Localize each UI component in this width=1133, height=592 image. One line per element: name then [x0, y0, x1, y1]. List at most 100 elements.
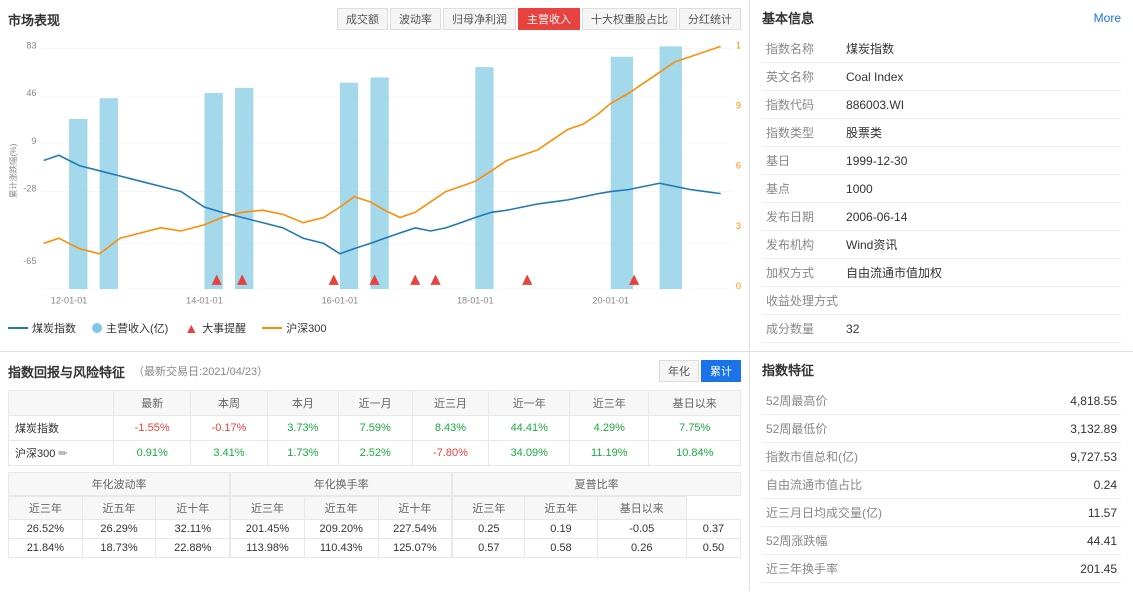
legend-line-orange: [262, 327, 282, 329]
info-row-zhishuleixing: 指数类型 股票类: [762, 119, 1121, 147]
col-benyue: 本月: [267, 391, 338, 416]
sub-table-huanshoulu: 年化换手率 近三年 近五年 近十年 201.45%: [230, 472, 452, 558]
toggle-annualize[interactable]: 年化: [659, 360, 699, 382]
svg-text:-65: -65: [23, 256, 36, 266]
sub-val-bd-r2c1: 21.84%: [9, 539, 83, 558]
return-val-jinyinian-hushen: 34.09%: [489, 441, 570, 466]
legend-label-dashitijing: 大事提醒: [202, 320, 246, 336]
char-table: 52周最高价 4,818.55 52周最低价 3,132.89 指数市值总和(亿…: [762, 387, 1121, 583]
info-value-zhishudaima: 886003.WI: [842, 91, 1121, 119]
col-jinyiyue: 近一月: [338, 391, 412, 416]
sub-val-hs-r1c1: 201.45%: [231, 520, 305, 539]
char-value-shizhi: 9,727.53: [1011, 443, 1121, 471]
info-value-zhishumincheng: 煤炭指数: [842, 35, 1121, 63]
sub-val-hs-r2c3: 125.07%: [378, 539, 452, 558]
sub-header-bodonglu: 近三年 近五年 近十年: [9, 497, 230, 520]
return-risk-panel: 指数回报与风险特征 （最新交易日:2021/04/23） 年化 累计 最新 本周…: [0, 352, 750, 591]
sub-val-xp-r1c1: 0.25: [453, 520, 525, 539]
market-panel: 市场表现 成交额 波动率 归母净利润 主营收入 十大权重股占比 分红统计 83 …: [0, 0, 750, 351]
chart-area: 83 46 9 -28 -65 12k 9k 6k 3k 0 累计涨跌幅(%): [8, 36, 741, 316]
return-val-jinyiyue-hushen: 2.52%: [338, 441, 412, 466]
sub-val-bd-r1c2: 26.29%: [82, 520, 156, 539]
col-jinsanyue: 近三月: [412, 391, 489, 416]
sub-val-hs-r1c2: 209.20%: [304, 520, 378, 539]
tab-shida[interactable]: 十大权重股占比: [582, 8, 677, 30]
sub-col-jinwunian-xp: 近五年: [525, 497, 597, 520]
info-value-faburiqi: 2006-06-14: [842, 203, 1121, 231]
sub-val-bd-r2c2: 18.73%: [82, 539, 156, 558]
tab-fenhong[interactable]: 分红统计: [679, 8, 741, 30]
info-row-chengfenshuliang: 成分数量 32: [762, 315, 1121, 343]
char-row-chengjiaoliang: 近三月日均成交量(亿) 11.57: [762, 499, 1121, 527]
svg-text:9k: 9k: [736, 101, 741, 111]
legend-label-hushen300: 沪深300: [286, 320, 326, 336]
sub-col-jinshinian-xp: 基日以来: [597, 497, 686, 520]
info-table: 指数名称 煤炭指数 英文名称 Coal Index 指数代码 886003.WI…: [762, 35, 1121, 343]
basic-info-header: 基本信息 More: [762, 8, 1121, 27]
svg-text:6k: 6k: [736, 161, 741, 171]
return-name-hushen300: 沪深300 ✏: [9, 441, 114, 466]
svg-text:-28: -28: [23, 183, 36, 193]
toggle-cumulative[interactable]: 累计: [701, 360, 741, 382]
return-risk-date: （最新交易日:2021/04/23）: [133, 363, 268, 379]
char-value-52zhangdie: 44.41: [1011, 527, 1121, 555]
char-label-huanshoulv: 近三年换手率: [762, 555, 1011, 583]
chart-svg: 83 46 9 -28 -65 12k 9k 6k 3k 0 累计涨跌幅(%): [8, 36, 741, 316]
tab-chengjiaoe[interactable]: 成交额: [337, 8, 388, 30]
return-val-zuixin-hushen: 0.91%: [114, 441, 191, 466]
info-row-jiri: 基日 1999-12-30: [762, 147, 1121, 175]
sub-val-xp-r1c4: 0.37: [686, 520, 740, 539]
more-link[interactable]: More: [1094, 11, 1121, 25]
return-val-jinsanyue-hushen: -7.80%: [412, 441, 489, 466]
sub-title-xiapubilv: 夏普比率: [452, 472, 741, 496]
col-zuixin: 最新: [114, 391, 191, 416]
sub-val-hs-r2c2: 110.43%: [304, 539, 378, 558]
sub-col-jinwunian-hs: 近五年: [304, 497, 378, 520]
info-value-yingwenmincheng: Coal Index: [842, 63, 1121, 91]
char-row-ziyou: 自由流通市值占比 0.24: [762, 471, 1121, 499]
char-row-52zhangdie: 52周涨跌幅 44.41: [762, 527, 1121, 555]
return-row-meitanzhishu: 煤炭指数 -1.55% -0.17% 3.73% 7.59% 8.43% 44.…: [9, 416, 741, 441]
info-row-jiaquanfangshi: 加权方式 自由流通市值加权: [762, 259, 1121, 287]
sub-tables-container: 年化波动率 近三年 近五年 近十年 26.52%: [8, 472, 741, 558]
sub-row1-huanshoulu: 201.45% 209.20% 227.54%: [231, 520, 452, 539]
char-value-52low: 3,132.89: [1011, 415, 1121, 443]
info-label-jidian: 基点: [762, 175, 842, 203]
sub-col-jinsannian-bd: 近三年: [9, 497, 83, 520]
info-label-jiri: 基日: [762, 147, 842, 175]
sub-table-xiapubilv-table: 近三年 近五年 基日以来 0.25 0.19 -0.05 0.37: [452, 496, 741, 558]
return-val-jinsanyue-meitan: 8.43%: [412, 416, 489, 441]
sub-col-jinshinian-hs: 近十年: [378, 497, 452, 520]
sub-col-jinsannian-hs: 近三年: [231, 497, 305, 520]
return-val-jiri-meitan: 7.75%: [649, 416, 741, 441]
sub-val-bd-r1c3: 32.11%: [156, 520, 230, 539]
edit-icon[interactable]: ✏: [58, 448, 67, 460]
svg-text:3k: 3k: [736, 221, 741, 231]
char-value-huanshoulv: 201.45: [1011, 555, 1121, 583]
tab-bodonglu[interactable]: 波动率: [390, 8, 441, 30]
char-label-52high: 52周最高价: [762, 387, 1011, 415]
info-value-zhishuleixing: 股票类: [842, 119, 1121, 147]
info-label-shoyifangshi: 收益处理方式: [762, 287, 842, 315]
char-label-52zhangdie: 52周涨跌幅: [762, 527, 1011, 555]
top-row: 市场表现 成交额 波动率 归母净利润 主营收入 十大权重股占比 分红统计 83 …: [0, 0, 1133, 352]
info-value-jiaquanfangshi: 自由流通市值加权: [842, 259, 1121, 287]
col-name: [9, 391, 114, 416]
sub-val-xp-r2c4: 0.50: [686, 539, 740, 558]
sub-table-bodonglu: 年化波动率 近三年 近五年 近十年 26.52%: [8, 472, 230, 558]
legend-dashitijing: ▲ 大事提醒: [184, 320, 246, 336]
sub-table-huanshoulu-table: 近三年 近五年 近十年 201.45% 209.20% 227.54%: [230, 496, 452, 558]
col-jiri: 基日以来: [649, 391, 741, 416]
legend-zhuyingshouru: 主营收入(亿): [92, 320, 168, 336]
basic-info-panel: 基本信息 More 指数名称 煤炭指数 英文名称 Coal Index 指数代码…: [750, 0, 1133, 351]
market-panel-title: 市场表现: [8, 10, 60, 29]
return-val-zuixin-meitan: -1.55%: [114, 416, 191, 441]
tab-guimu[interactable]: 归母净利润: [443, 8, 516, 30]
return-val-jinsannian-meitan: 4.29%: [570, 416, 649, 441]
market-panel-header: 市场表现 成交额 波动率 归母净利润 主营收入 十大权重股占比 分红统计: [8, 8, 741, 30]
legend-hushen300: 沪深300: [262, 320, 326, 336]
char-label-52low: 52周最低价: [762, 415, 1011, 443]
info-label-zhishudaima: 指数代码: [762, 91, 842, 119]
tab-zhuyingshouru[interactable]: 主营收入: [518, 8, 580, 30]
info-label-zhishumincheng: 指数名称: [762, 35, 842, 63]
